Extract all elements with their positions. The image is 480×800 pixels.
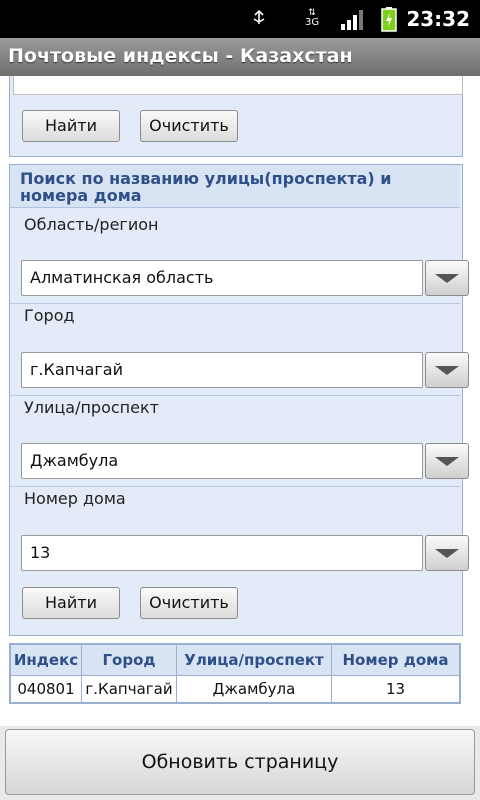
find-button[interactable]: Найти [22,110,120,142]
cell-city: г.Капчагай [81,675,177,704]
column-header-city: Город [81,643,177,676]
column-header-index: Индекс [9,643,82,676]
table-header-row: Индекс Город Улица/проспект Номер дома [9,643,461,676]
house-select-box: 13 [21,535,423,571]
chevron-down-icon [435,366,459,375]
region-dropdown-button[interactable] [425,260,469,296]
column-header-house: Номер дома [331,643,461,676]
cell-street: Джамбула [176,675,332,704]
street-value: Джамбула [30,451,119,470]
cell-house: 13 [331,675,461,704]
house-dropdown-button[interactable] [425,535,469,571]
cell-index: 040801 [9,675,82,704]
city-select[interactable]: г.Капчагай [21,352,469,388]
region-select[interactable]: Алматинская область [21,260,469,296]
chevron-down-icon [435,274,459,283]
street-select-box: Джамбула [21,443,423,479]
app-title-bar: Почтовые индексы - Казахстан [0,38,480,76]
refresh-page-button[interactable]: Обновить страницу [5,729,475,795]
divider [10,486,460,487]
street-search-title: Поиск по названию улицы(проспекта) и ном… [20,169,392,205]
table-row: 040801 г.Капчагай Джамбула 13 [9,675,461,704]
clear-button[interactable]: Очистить [140,110,238,142]
house-value: 13 [30,543,51,562]
network-type-label: ⇅ 3G [305,8,320,28]
street-dropdown-button[interactable] [425,443,469,479]
usb-debug-icon [253,10,265,24]
search-text-field[interactable] [13,76,463,95]
column-header-street: Улица/проспект [176,643,332,676]
web-content[interactable]: Найти Очистить Поиск по названию улицы(п… [0,76,480,726]
region-select-box: Алматинская область [21,260,423,296]
signal-strength-icon [341,10,363,30]
house-label: Номер дома [24,489,126,508]
house-select[interactable]: 13 [21,535,469,571]
divider [10,303,460,304]
footer-bar: Обновить страницу [0,726,480,800]
clock: 23:32 [406,7,470,31]
city-label: Город [24,306,75,325]
street-search-panel: Поиск по названию улицы(проспекта) и ном… [9,164,469,636]
street-label: Улица/проспект [24,398,159,417]
results-table: Индекс Город Улица/проспект Номер дома 0… [9,643,461,704]
street-find-button[interactable]: Найти [22,587,120,619]
app-title: Почтовые индексы - Казахстан [8,45,353,67]
city-dropdown-button[interactable] [425,352,469,388]
street-select[interactable]: Джамбула [21,443,469,479]
city-select-box: г.Капчагай [21,352,423,388]
status-bar: ⇅ 3G 23:32 [0,0,480,38]
street-search-header: Поиск по названию улицы(проспекта) и ном… [10,165,460,208]
region-value: Алматинская область [30,268,214,287]
chevron-down-icon [435,457,459,466]
city-value: г.Капчагай [30,360,123,379]
street-clear-button[interactable]: Очистить [140,587,238,619]
battery-charging-icon [381,7,397,32]
chevron-down-icon [435,549,459,558]
region-label: Область/регион [24,215,159,234]
divider [10,395,460,396]
search-by-index-panel: Найти Очистить [9,76,463,157]
